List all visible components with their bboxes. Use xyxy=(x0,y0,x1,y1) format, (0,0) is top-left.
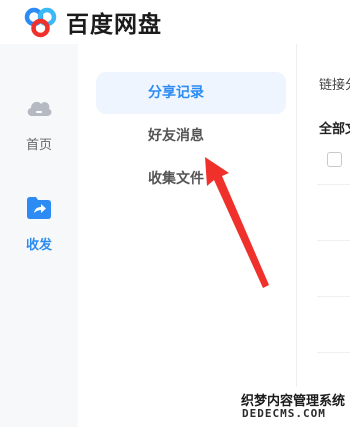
select-all-checkbox[interactable] xyxy=(327,152,342,167)
row-divider xyxy=(317,240,350,241)
left-rail: 首页 收发 xyxy=(0,44,78,427)
app-header: 百度网盘 xyxy=(0,0,350,44)
cloud-icon xyxy=(27,101,52,116)
watermark-line2: DEDECMS.COM xyxy=(242,407,326,420)
rail-item-label: 首页 xyxy=(25,138,52,153)
link-share-label[interactable]: 链接分 xyxy=(319,74,350,93)
share-folder-icon xyxy=(27,197,51,219)
rail-item-share[interactable]: 收发 xyxy=(0,194,78,264)
app-title: 百度网盘 xyxy=(66,12,162,38)
baidu-netdisk-logo-icon[interactable] xyxy=(22,6,60,38)
sub-nav-share-records[interactable]: 分享记录 xyxy=(96,72,286,114)
all-files-label[interactable]: 全部文 xyxy=(319,118,350,137)
rail-item-home[interactable]: 首页 xyxy=(0,94,78,164)
content-panel: 链接分 全部文 xyxy=(297,44,350,427)
sub-nav-collect-files[interactable]: 收集文件 xyxy=(96,158,286,200)
sub-nav-friend-messages[interactable]: 好友消息 xyxy=(96,115,286,157)
rail-item-label: 收发 xyxy=(25,238,52,253)
watermark: 织梦内容管理系统 DEDECMS.COM xyxy=(236,387,350,427)
row-divider xyxy=(317,296,350,297)
sub-navigation: 分享记录 好友消息 收集文件 xyxy=(78,44,296,427)
row-divider xyxy=(317,184,350,185)
row-divider xyxy=(317,352,350,353)
